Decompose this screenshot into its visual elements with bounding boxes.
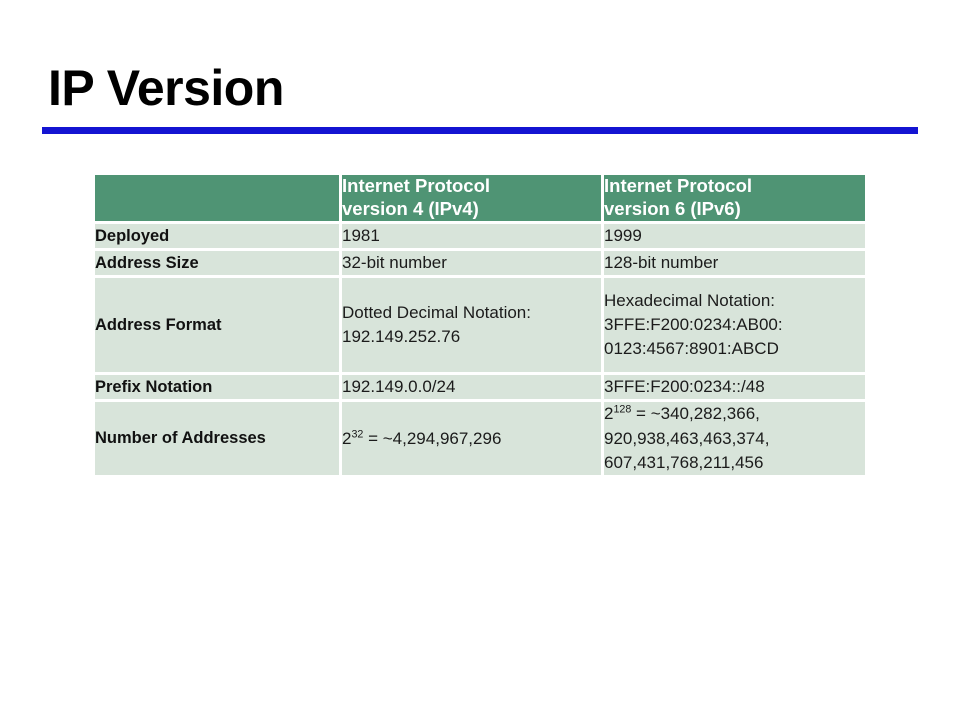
cell-number-of-addresses-ipv4: 232 = ~4,294,967,296 — [342, 402, 601, 475]
cell-text-line: Hexadecimal Notation: — [604, 291, 776, 311]
cell-text-line: 192.149.252.76 — [342, 327, 461, 347]
table-header-corner-cell — [95, 175, 339, 221]
table-row: Address Format Dotted Decimal Notation: … — [95, 278, 865, 373]
cell-prefix-notation-ipv4: 192.149.0.0/24 — [342, 375, 601, 400]
power-exponent: 32 — [351, 427, 364, 440]
title-underline-rule — [42, 127, 918, 134]
cell-text-line: 192.149.0.0/24 — [342, 377, 456, 397]
table-row: Prefix Notation 192.149.0.0/24 3FFE:F200… — [95, 375, 865, 400]
table-row: Address Size 32-bit number 128-bit numbe… — [95, 251, 865, 276]
cell-text-line: 1981 — [342, 226, 380, 245]
table-header-ipv6-line1: Internet Protocol — [604, 175, 753, 197]
cell-address-format-ipv6: Hexadecimal Notation: 3FFE:F200:0234:AB0… — [604, 278, 865, 373]
cell-text-line: 607,431,768,211,456 — [604, 452, 764, 472]
cell-address-size-ipv6: 128-bit number — [604, 251, 865, 276]
cell-text-line: 920,938,463,463,374, — [604, 428, 770, 448]
table-row: Number of Addresses 232 = ~4,294,967,296… — [95, 402, 865, 475]
ip-version-comparison-table: Internet Protocol version 4 (IPv4) Inter… — [92, 172, 868, 478]
page-title: IP Version — [48, 60, 284, 116]
cell-text-line: 3FFE:F200:0234::/48 — [604, 377, 765, 397]
row-label-prefix-notation: Prefix Notation — [95, 375, 339, 400]
cell-address-format-ipv4: Dotted Decimal Notation: 192.149.252.76 — [342, 278, 601, 373]
row-label-deployed: Deployed — [95, 224, 339, 249]
power-rest: = ~4,294,967,296 — [363, 428, 502, 448]
row-label-number-of-addresses: Number of Addresses — [95, 402, 339, 475]
cell-text-line: 3FFE:F200:0234:AB00: — [604, 315, 783, 335]
cell-prefix-notation-ipv6: 3FFE:F200:0234::/48 — [604, 375, 865, 400]
cell-text-line: 128-bit number — [604, 253, 719, 273]
table-header-ipv6-line2: version 6 (IPv6) — [604, 198, 741, 219]
power-exponent: 128 — [613, 403, 632, 416]
table-row: Deployed 1981 1999 — [95, 224, 865, 249]
cell-address-size-ipv4: 32-bit number — [342, 251, 601, 276]
cell-text-line: 32-bit number — [342, 253, 447, 273]
cell-deployed-ipv6: 1999 — [604, 224, 865, 249]
table-header-ipv4-line2: version 4 (IPv4) — [342, 198, 479, 219]
slide-canvas: IP Version Internet Protocol version 4 (… — [0, 0, 960, 720]
cell-text-line: 2128 = ~340,282,366, — [604, 402, 865, 426]
table-header-ipv4: Internet Protocol version 4 (IPv4) — [342, 175, 601, 221]
cell-text-line: 1999 — [604, 226, 642, 245]
cell-number-of-addresses-ipv6: 2128 = ~340,282,366, 920,938,463,463,374… — [604, 402, 865, 475]
power-rest: = ~340,282,366, — [631, 404, 760, 424]
table-header-ipv6: Internet Protocol version 6 (IPv6) — [604, 175, 865, 221]
cell-deployed-ipv4: 1981 — [342, 224, 601, 249]
cell-text-line: Dotted Decimal Notation: — [342, 303, 531, 323]
cell-text-line: 0123:4567:8901:ABCD — [604, 339, 779, 359]
row-label-address-format: Address Format — [95, 278, 339, 373]
table-header-row: Internet Protocol version 4 (IPv4) Inter… — [95, 175, 865, 221]
row-label-address-size: Address Size — [95, 251, 339, 276]
cell-text-line: 232 = ~4,294,967,296 — [342, 427, 601, 451]
table-header-ipv4-line1: Internet Protocol — [342, 175, 491, 197]
